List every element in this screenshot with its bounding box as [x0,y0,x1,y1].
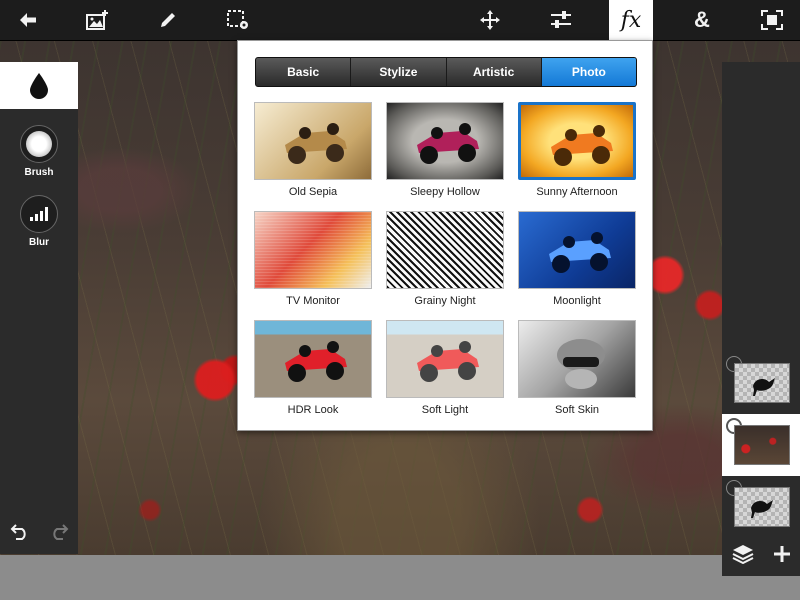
brush-icon [20,125,58,163]
undo-redo-bar [0,514,78,554]
layer-item[interactable] [722,352,800,414]
filter-soft-skin[interactable]: Soft Skin [517,320,637,420]
tab-basic[interactable]: Basic [256,58,352,86]
filter-thumbnail [254,211,372,289]
filter-label: HDR Look [287,404,339,416]
filter-moonlight[interactable]: Moonlight [517,211,637,311]
canvas-bottom-area [0,555,800,600]
left-tool-panel: Brush Blur [0,62,78,554]
ampersand-glyph: & [694,7,710,32]
fx-icon[interactable]: fx [609,0,653,40]
filter-label: Moonlight [553,295,601,307]
redo-icon[interactable] [49,523,69,546]
add-image-icon[interactable] [76,0,120,40]
layer-tools-bar [722,536,800,576]
filter-tv-monitor[interactable]: TV Monitor [253,211,373,311]
filter-hdr-look[interactable]: HDR Look [253,320,373,420]
layer-thumbnail [734,425,790,465]
tab-stylize[interactable]: Stylize [351,58,447,86]
fullscreen-icon[interactable] [750,0,794,40]
layer-thumbnail [734,487,790,527]
layers-stack-icon[interactable] [732,544,754,569]
blur-label: Blur [29,237,49,248]
layer-thumbnail [734,363,790,403]
filter-label: Sleepy Hollow [410,186,480,198]
ampersand-icon[interactable]: & [680,0,724,40]
fx-glyph: fx [620,7,642,33]
brush-label: Brush [24,167,54,178]
filter-thumbnail [254,320,372,398]
back-arrow-icon[interactable] [6,0,50,40]
fx-filter-popover: Basic Stylize Artistic Photo Old Sepia S… [237,40,653,431]
blur-bars-icon [20,195,58,233]
blur-tool[interactable]: Blur [0,195,78,248]
filter-label: Soft Skin [554,404,600,416]
filter-thumbnail [518,211,636,289]
layer-item[interactable] [722,414,800,476]
filter-thumbnail [518,320,636,398]
filter-thumbnail [518,102,636,180]
filter-old-sepia[interactable]: Old Sepia [253,102,373,202]
filter-thumbnail [254,102,372,180]
filter-sunny-afternoon[interactable]: Sunny Afternoon [517,102,637,202]
filter-grainy-night[interactable]: Grainy Night [385,211,505,311]
filter-thumbnail [386,320,504,398]
layers-panel [722,62,800,576]
filter-label: Sunny Afternoon [536,186,618,198]
brush-tool[interactable]: Brush [0,125,78,178]
filter-label: Soft Light [421,404,469,416]
filter-thumbnail [386,102,504,180]
add-layer-icon[interactable] [773,545,791,568]
move-icon[interactable] [468,0,512,40]
filter-thumbnail [386,211,504,289]
layer-item[interactable] [722,476,800,538]
top-toolbar: fx & [0,0,800,41]
filter-category-tabs: Basic Stylize Artistic Photo [255,57,637,87]
filter-label: Grainy Night [414,295,476,307]
pencil-icon[interactable] [146,0,190,40]
selection-settings-icon[interactable] [216,0,260,40]
sliders-icon[interactable] [539,0,583,40]
filter-grid: Old Sepia Sleepy Hollow Sunny Afternoon … [253,102,638,422]
filter-sleepy-hollow[interactable]: Sleepy Hollow [385,102,505,202]
tab-photo[interactable]: Photo [541,58,636,86]
tab-artistic[interactable]: Artistic [447,58,542,86]
filter-label: TV Monitor [286,295,340,307]
undo-icon[interactable] [10,523,30,546]
filter-soft-light[interactable]: Soft Light [385,320,505,420]
color-drop-icon[interactable] [0,62,78,109]
filter-label: Old Sepia [288,186,338,198]
